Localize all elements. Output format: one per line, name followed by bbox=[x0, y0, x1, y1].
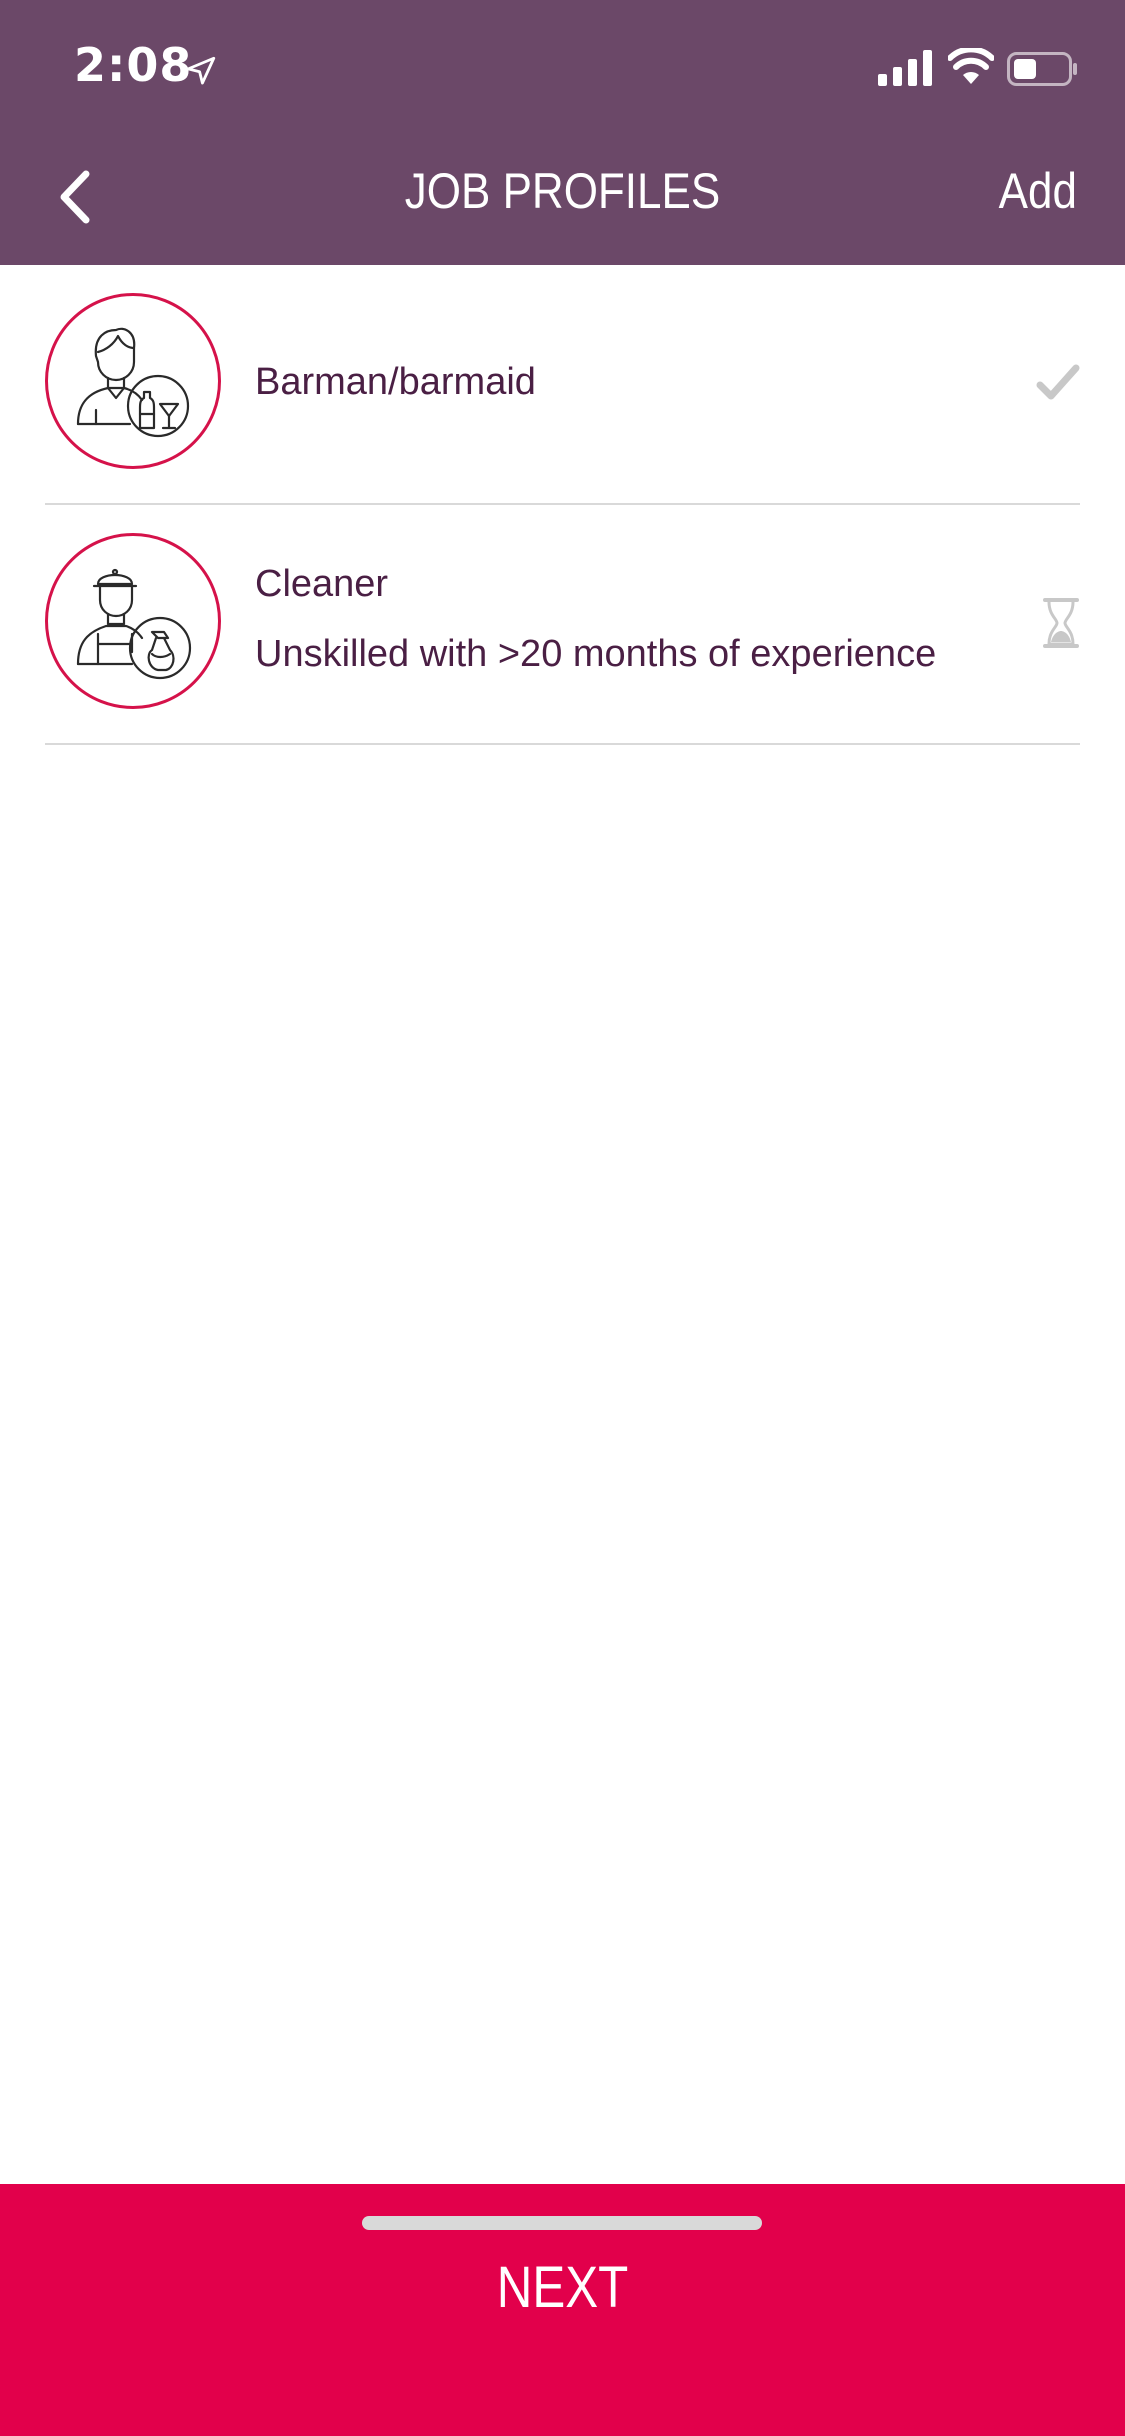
job-name: Barman/barmaid bbox=[255, 361, 536, 403]
avatar bbox=[45, 533, 221, 709]
next-button-label: NEXT bbox=[496, 2255, 629, 2320]
hourglass-icon bbox=[1043, 598, 1079, 648]
cleaner-icon bbox=[76, 568, 192, 680]
checkmark-icon bbox=[1036, 364, 1080, 400]
battery-icon bbox=[1007, 52, 1077, 86]
add-button[interactable]: Add bbox=[999, 162, 1077, 220]
home-indicator bbox=[362, 2216, 762, 2230]
divider bbox=[45, 743, 1080, 745]
page-title: JOB PROFILES bbox=[404, 163, 721, 219]
cellular-signal-icon bbox=[878, 50, 932, 86]
list-item-cleaner[interactable]: Cleaner Unskilled with >20 months of exp… bbox=[45, 505, 1080, 745]
status-time: 2:08 bbox=[74, 38, 193, 92]
header-bar: 2:08 JOB PROFILES Add bbox=[0, 0, 1125, 265]
list-item-barman[interactable]: Barman/barmaid bbox=[45, 265, 1080, 505]
wifi-icon bbox=[948, 48, 994, 84]
job-name: Cleaner bbox=[255, 563, 389, 605]
barman-icon bbox=[76, 327, 190, 438]
avatar bbox=[45, 293, 221, 469]
location-arrow-icon bbox=[186, 56, 216, 85]
job-experience: Unskilled with >20 months of experience bbox=[255, 633, 937, 675]
